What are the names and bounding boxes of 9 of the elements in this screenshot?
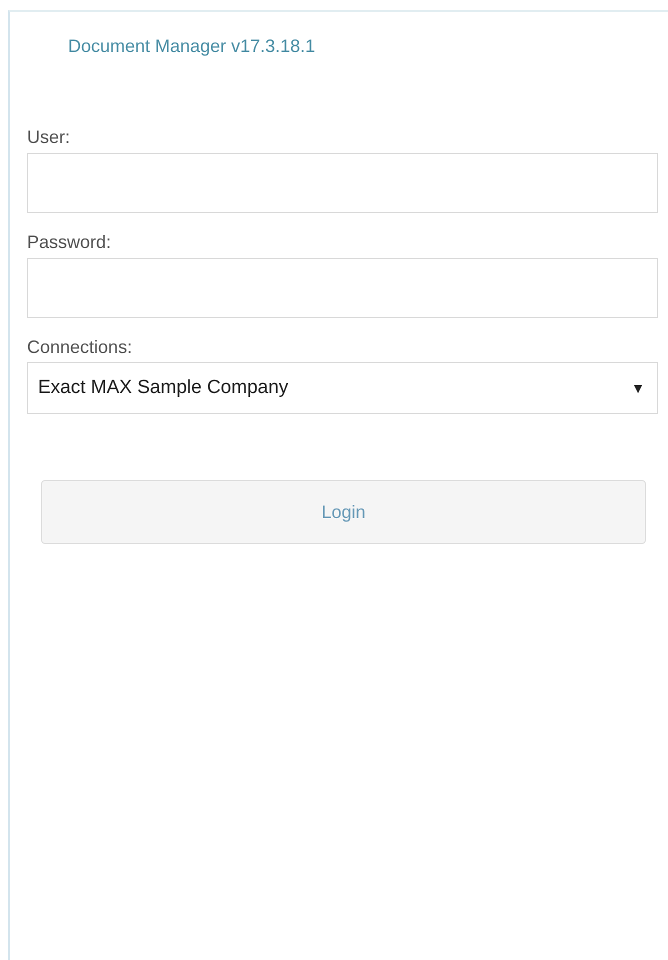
dropdown-arrow-icon: ▼	[631, 380, 645, 396]
dropdown-value: Exact MAX Sample Company	[38, 377, 288, 399]
app-title: Document Manager v17.3.18.1	[68, 35, 316, 58]
user-field[interactable]	[27, 153, 658, 213]
field-label: Connections:	[27, 336, 132, 359]
field-label: Password:	[27, 231, 112, 254]
connection-dropdown[interactable]: Exact MAX Sample Company ▼	[27, 362, 658, 414]
field-label: User:	[27, 126, 70, 149]
password-field[interactable]	[27, 258, 658, 318]
